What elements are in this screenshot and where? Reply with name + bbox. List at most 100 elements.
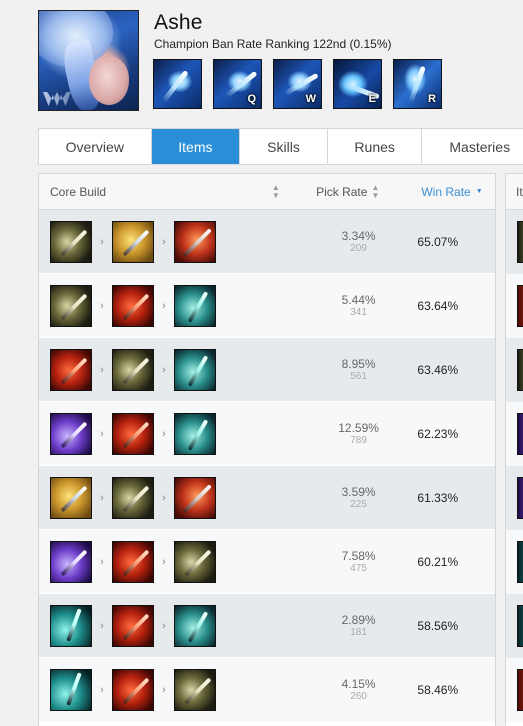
tab-overview[interactable]: Overview xyxy=(39,129,152,164)
yuntal-wildarrows-icon[interactable] xyxy=(50,476,92,519)
chevron-right-icon: › xyxy=(100,619,104,632)
item-icon[interactable] xyxy=(517,349,523,391)
item-panel-header: It xyxy=(506,174,523,210)
core-build-items: › › xyxy=(39,540,286,583)
void-staff-blade-icon[interactable] xyxy=(50,412,92,455)
infinity-edge-icon[interactable] xyxy=(174,476,216,519)
blade-of-ruined-king-teal-icon[interactable] xyxy=(174,284,216,327)
pick-count-value: 181 xyxy=(350,626,367,638)
pick-rate-cell: 7.58% 475 xyxy=(286,549,390,575)
core-build-items: › › xyxy=(39,220,286,263)
item-icon[interactable] xyxy=(517,669,523,711)
tab-runes[interactable]: Runes xyxy=(327,129,423,164)
pick-rate-cell: 4.15% 260 xyxy=(286,677,390,703)
chevron-right-icon: › xyxy=(162,683,166,696)
ashe-portrait-icon[interactable] xyxy=(38,10,139,111)
table-row[interactable]: › › 2.89% 181 58.56% xyxy=(39,594,495,658)
core-build-table: Core Build ▲ ▼ Pick Rate ▲ ▼ Win Rate ▼ › ›… xyxy=(38,173,496,726)
blade-of-ruined-king-teal-icon[interactable] xyxy=(174,604,216,647)
win-rate-header[interactable]: Win Rate ▼ xyxy=(389,174,495,209)
tab-bar: Overview Items Skills Runes Masteries xyxy=(38,128,523,165)
sort-desc-icon[interactable]: ▼ xyxy=(476,188,483,195)
blade-of-the-ruined-king-icon[interactable] xyxy=(174,668,216,711)
chevron-right-icon: › xyxy=(162,427,166,440)
pick-rate-value: 5.44% xyxy=(341,292,376,307)
skill-key-label: E xyxy=(368,93,376,105)
guinsoos-rageblade-icon[interactable] xyxy=(50,604,92,647)
item-icon[interactable] xyxy=(517,541,523,583)
pick-count-value: 260 xyxy=(350,690,367,702)
blade-of-the-ruined-king-icon[interactable] xyxy=(174,540,216,583)
sort-icon[interactable]: ▲ ▼ xyxy=(272,183,280,200)
core-build-header[interactable]: Core Build ▲ ▼ xyxy=(39,174,286,209)
core-build-items: › › xyxy=(39,604,286,647)
item-panel-row xyxy=(506,594,523,658)
core-build-items: › › xyxy=(39,476,286,519)
void-staff-blade-icon[interactable] xyxy=(50,540,92,583)
table-body: › › 3.34% 209 65.07% › › 5.44% 341 63.64% › › 8.95% 5… xyxy=(39,210,495,722)
infinity-edge-icon[interactable] xyxy=(174,220,216,263)
blade-of-the-ruined-king-icon[interactable] xyxy=(50,220,92,263)
win-rate-value: 63.46% xyxy=(417,362,459,377)
tab-masteries[interactable]: Masteries xyxy=(422,129,523,164)
volley-icon[interactable]: W xyxy=(273,59,322,109)
item-panel-row xyxy=(506,658,523,722)
rangers-focus-icon[interactable]: Q xyxy=(213,59,262,109)
win-rate-value: 62.23% xyxy=(417,426,459,441)
enchanted-crystal-arrow-icon[interactable]: R xyxy=(393,59,442,109)
rapid-firecannon-icon[interactable] xyxy=(112,668,154,711)
pick-rate-cell: 12.59% 789 xyxy=(286,421,390,447)
item-icon[interactable] xyxy=(517,285,523,327)
rapid-firecannon-icon[interactable] xyxy=(112,412,154,455)
table-row[interactable]: › › 5.44% 341 63.64% xyxy=(39,274,495,338)
table-row[interactable]: › › 3.59% 225 61.33% xyxy=(39,466,495,530)
table-row[interactable]: › › 12.59% 789 62.23% xyxy=(39,402,495,466)
item-icon[interactable] xyxy=(517,413,523,455)
table-row[interactable]: › › 4.15% 260 58.46% xyxy=(39,658,495,722)
pick-rate-value: 7.58% xyxy=(341,548,376,563)
pick-rate-value: 3.34% xyxy=(341,228,376,243)
win-rate-value: 60.21% xyxy=(417,554,459,569)
skill-key-label: R xyxy=(428,93,436,105)
wild-rift-logo-icon xyxy=(43,92,71,106)
sort-icon[interactable]: ▲ ▼ xyxy=(371,183,379,200)
chevron-right-icon: › xyxy=(162,491,166,504)
pick-rate-cell: 2.89% 181 xyxy=(286,613,390,639)
table-row[interactable]: › › 7.58% 475 60.21% xyxy=(39,530,495,594)
frost-shot-passive-icon[interactable] xyxy=(153,59,202,109)
pick-rate-value: 3.59% xyxy=(341,484,376,499)
pick-rate-header[interactable]: Pick Rate ▲ ▼ xyxy=(286,174,390,209)
win-rate-value: 65.07% xyxy=(417,234,459,249)
table-header: Core Build ▲ ▼ Pick Rate ▲ ▼ Win Rate ▼ xyxy=(39,174,495,210)
chevron-right-icon: › xyxy=(100,683,104,696)
rapid-firecannon-icon[interactable] xyxy=(50,348,92,391)
win-rate-value: 61.33% xyxy=(417,490,459,505)
blade-of-ruined-king-teal-icon[interactable] xyxy=(174,412,216,455)
tab-skills[interactable]: Skills xyxy=(240,129,328,164)
item-icon[interactable] xyxy=(517,605,523,647)
item-panel-row xyxy=(506,466,523,530)
chevron-right-icon: › xyxy=(162,555,166,568)
core-build-items: › › xyxy=(39,668,286,711)
chevron-right-icon: › xyxy=(162,299,166,312)
blade-of-the-ruined-king-icon[interactable] xyxy=(112,348,154,391)
rapid-firecannon-icon[interactable] xyxy=(112,284,154,327)
yuntal-wildarrows-icon[interactable] xyxy=(112,220,154,263)
tab-items[interactable]: Items xyxy=(151,129,241,164)
blade-of-the-ruined-king-icon[interactable] xyxy=(50,284,92,327)
pick-count-value: 225 xyxy=(350,498,367,510)
blade-of-the-ruined-king-icon[interactable] xyxy=(112,476,154,519)
pick-rate-label: Pick Rate xyxy=(316,184,368,199)
table-row[interactable]: › › 3.34% 209 65.07% xyxy=(39,210,495,274)
win-rate-value: 58.56% xyxy=(417,618,459,633)
item-icon[interactable] xyxy=(517,477,523,519)
hawkshot-icon[interactable]: E xyxy=(333,59,382,109)
blade-of-ruined-king-teal-icon[interactable] xyxy=(174,348,216,391)
item-panel-row xyxy=(506,274,523,338)
pick-rate-cell: 5.44% 341 xyxy=(286,293,390,319)
guinsoos-rageblade-icon[interactable] xyxy=(50,668,92,711)
table-row[interactable]: › › 8.95% 561 63.46% xyxy=(39,338,495,402)
rapid-firecannon-icon[interactable] xyxy=(112,540,154,583)
rapid-firecannon-icon[interactable] xyxy=(112,604,154,647)
item-icon[interactable] xyxy=(517,221,523,263)
